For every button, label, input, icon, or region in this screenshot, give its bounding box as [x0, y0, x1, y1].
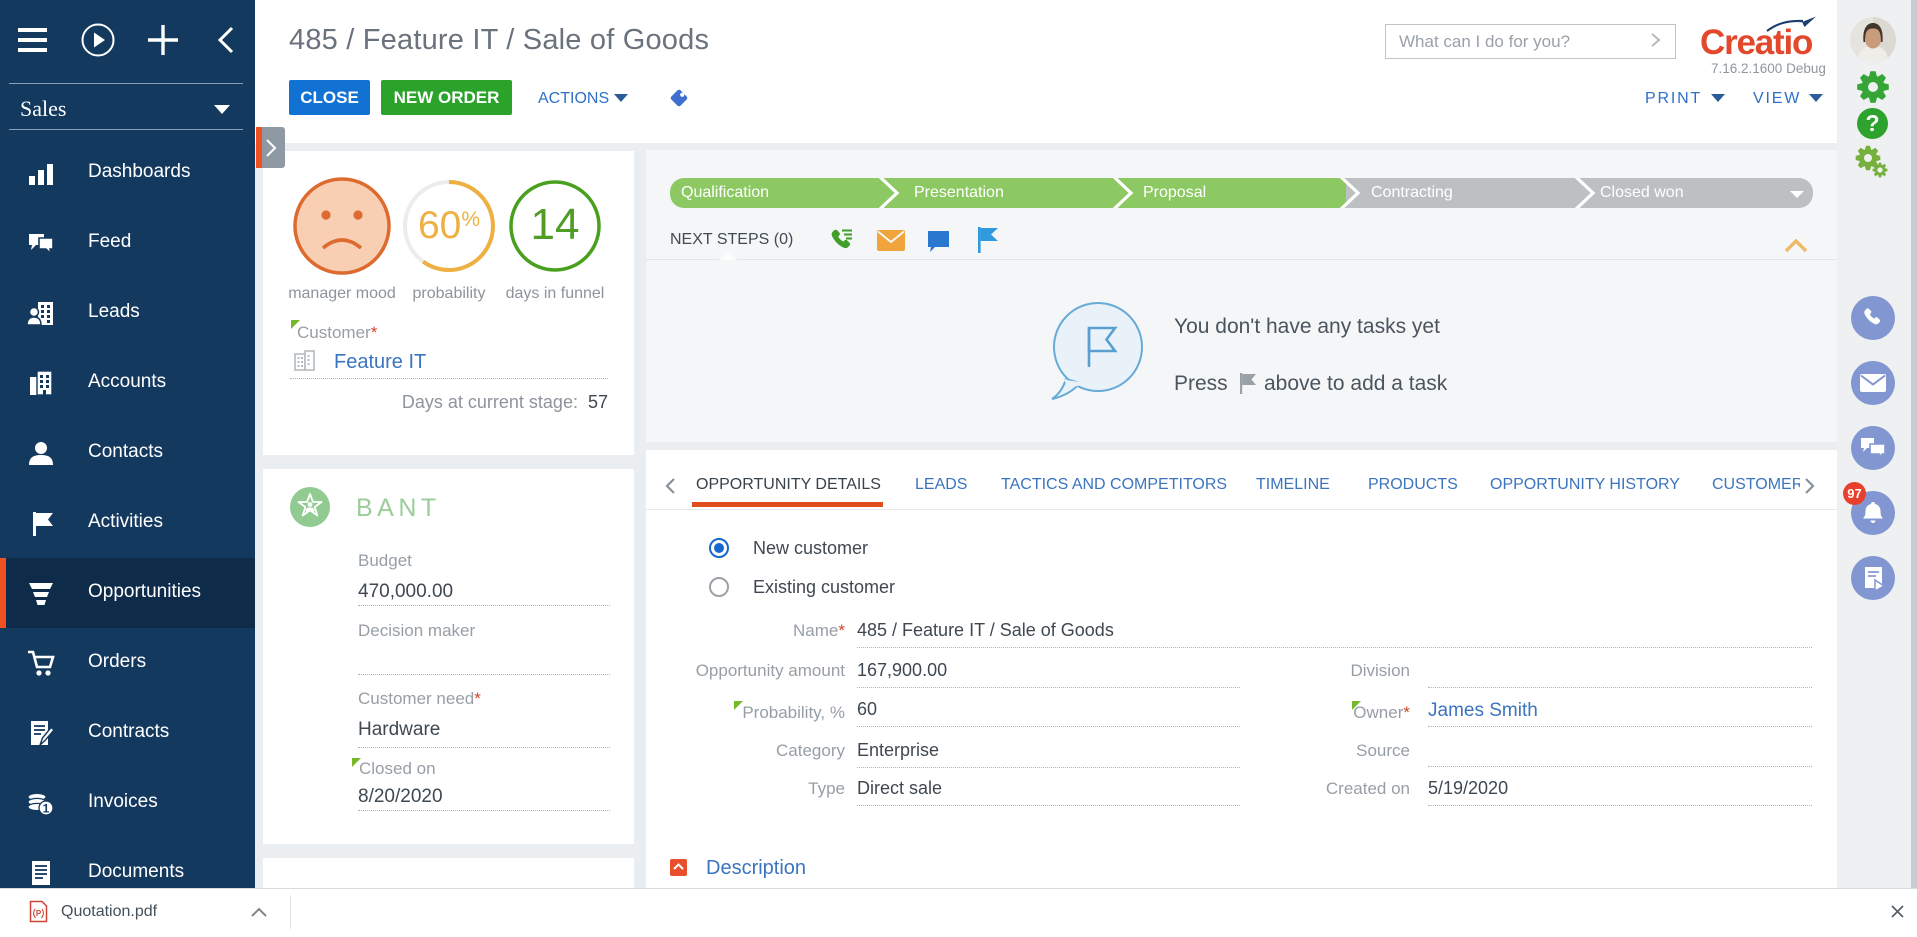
svg-text:P: P [36, 909, 42, 918]
svg-text:1: 1 [43, 802, 50, 816]
